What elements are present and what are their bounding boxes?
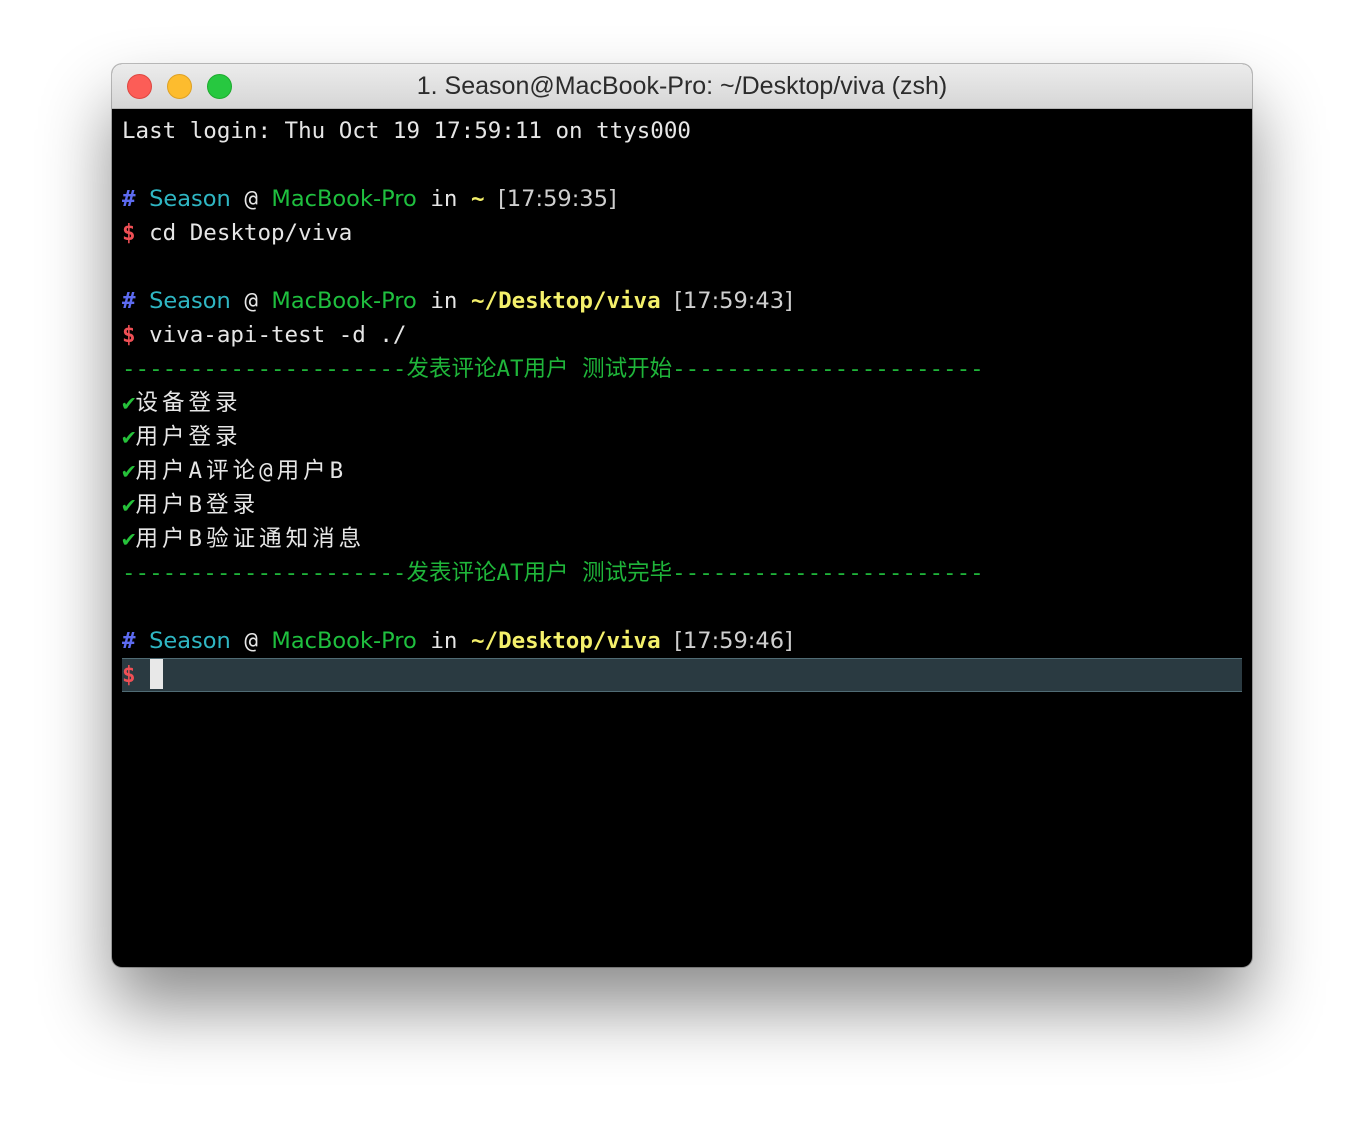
test-result-line: ✔用户A评论@用户B	[122, 454, 1242, 488]
prompt-at: @	[244, 628, 258, 654]
prompt-time: [17:59:46]	[674, 628, 793, 654]
command-text: cd Desktop/viva	[149, 220, 353, 246]
check-icon: ✔	[122, 458, 136, 484]
prompt-dir: ~/Desktop/viva	[470, 628, 661, 654]
prompt-at: @	[244, 288, 258, 314]
test-result-text: 用户B登录	[135, 492, 260, 518]
prompt-user: Season	[149, 288, 231, 314]
command-line: $ viva-api-test -d ./	[122, 318, 1242, 352]
test-header-separator: ---------------------发表评论AT用户 测试开始------…	[122, 356, 984, 382]
prompt-host: MacBook-Pro	[271, 288, 417, 314]
prompt-in: in	[430, 288, 458, 314]
title-bar[interactable]: 1. Season@MacBook-Pro: ~/Desktop/viva (z…	[112, 64, 1252, 109]
active-input-line[interactable]: $	[122, 658, 1242, 692]
check-icon: ✔	[122, 390, 136, 416]
prompt-line: # Season @ MacBook-Pro in ~/Desktop/viva…	[122, 624, 1242, 658]
prompt-hash: #	[122, 628, 136, 654]
check-icon: ✔	[122, 424, 136, 450]
prompt-dir: ~	[470, 186, 485, 212]
prompt-time: [17:59:35]	[498, 186, 617, 212]
check-icon: ✔	[122, 526, 136, 552]
test-footer-separator: ---------------------发表评论AT用户 测试完毕------…	[122, 560, 984, 586]
test-result-text: 设备登录	[135, 390, 242, 416]
prompt-time: [17:59:43]	[674, 288, 793, 314]
prompt-dollar: $	[122, 322, 136, 348]
command-line: $ cd Desktop/viva	[122, 216, 1242, 250]
prompt-at: @	[244, 186, 258, 212]
test-result-line: ✔用户B验证通知消息	[122, 522, 1242, 556]
test-result-text: 用户B验证通知消息	[135, 526, 366, 552]
command-text: viva-api-test -d ./	[149, 322, 407, 348]
check-icon: ✔	[122, 492, 136, 518]
prompt-dir: ~/Desktop/viva	[470, 288, 661, 314]
test-result-text: 用户A评论@用户B	[135, 458, 348, 484]
prompt-host: MacBook-Pro	[271, 628, 417, 654]
text-cursor	[149, 659, 163, 689]
prompt-in: in	[430, 186, 458, 212]
prompt-line: # Season @ MacBook-Pro in ~/Desktop/viva…	[122, 284, 1242, 318]
prompt-dollar: $	[122, 662, 136, 688]
prompt-in: in	[430, 628, 458, 654]
last-login-line: Last login: Thu Oct 19 17:59:11 on ttys0…	[122, 118, 691, 144]
prompt-dollar: $	[122, 220, 136, 246]
prompt-hash: #	[122, 186, 136, 212]
prompt-user: Season	[149, 186, 231, 212]
prompt-line: # Season @ MacBook-Pro in ~ [17:59:35]	[122, 182, 1242, 216]
prompt-user: Season	[149, 628, 231, 654]
test-result-line: ✔用户B登录	[122, 488, 1242, 522]
terminal-content[interactable]: Last login: Thu Oct 19 17:59:11 on ttys0…	[112, 109, 1252, 967]
window-title: 1. Season@MacBook-Pro: ~/Desktop/viva (z…	[416, 72, 948, 100]
terminal-window: 1. Season@MacBook-Pro: ~/Desktop/viva (z…	[112, 64, 1252, 967]
prompt-hash: #	[122, 288, 136, 314]
prompt-host: MacBook-Pro	[271, 186, 417, 212]
test-result-text: 用户登录	[135, 424, 242, 450]
test-result-line: ✔用户登录	[122, 420, 1242, 454]
test-result-line: ✔设备登录	[122, 386, 1242, 420]
